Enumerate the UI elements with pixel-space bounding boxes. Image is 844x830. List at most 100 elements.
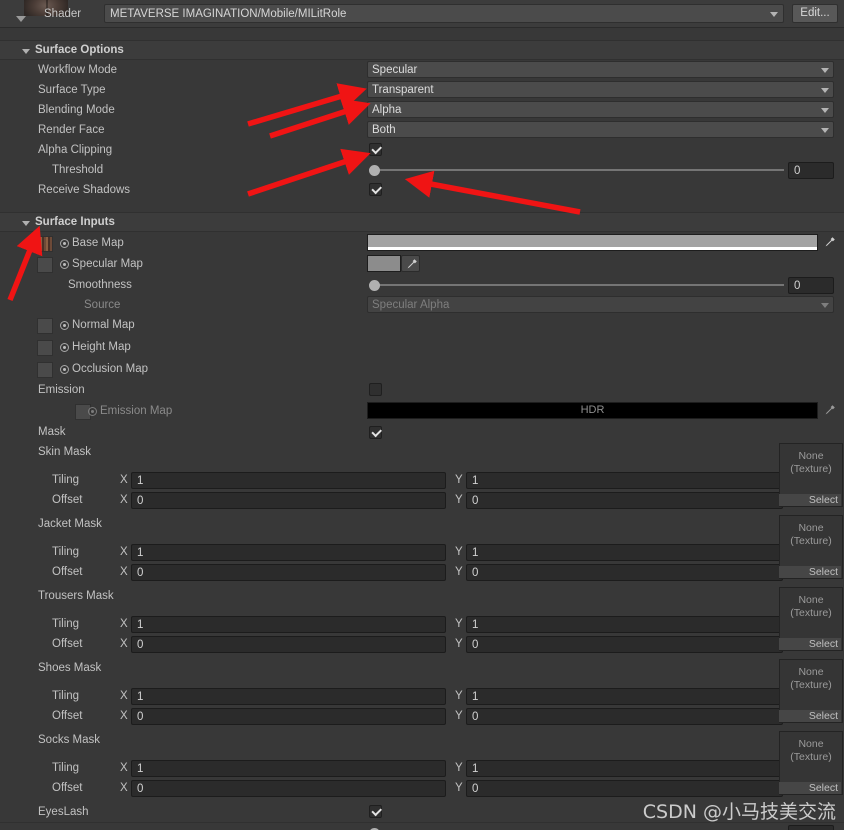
label-source: Source xyxy=(84,299,121,311)
numfield-tiling-x[interactable]: 1 xyxy=(131,472,446,489)
object-field-none-label: None (Texture) xyxy=(790,594,832,619)
texture-slot-base-map[interactable] xyxy=(37,236,53,252)
radio-occlusion-map[interactable] xyxy=(60,365,69,374)
label-surface-type: Surface Type xyxy=(38,84,106,96)
eyedropper-base-map-icon[interactable] xyxy=(820,234,839,251)
slider-threshold[interactable] xyxy=(369,163,784,176)
numfield-smoothness[interactable]: 0 xyxy=(788,277,834,294)
mask-group-title: Skin Mask xyxy=(38,446,92,458)
label-offset-y: Y xyxy=(455,638,463,650)
colorfield-specular-map[interactable] xyxy=(367,255,401,272)
dropdown-source-value: Specular Alpha xyxy=(372,299,450,311)
numfield-offset-y[interactable]: 0 xyxy=(466,780,783,797)
object-field-select-button[interactable]: Select xyxy=(779,782,841,794)
radio-height-map[interactable] xyxy=(60,343,69,352)
label-tiling-x: X xyxy=(120,474,128,486)
numfield-offset-y[interactable]: 0 xyxy=(466,708,783,725)
numfield-threshold[interactable]: 0 xyxy=(788,162,834,179)
radio-normal-map[interactable] xyxy=(60,321,69,330)
numfield-tiling-x[interactable]: 1 xyxy=(131,688,446,705)
numfield-tiling-x[interactable]: 1 xyxy=(131,544,446,561)
texture-slot-height-map[interactable] xyxy=(37,340,53,356)
label-render-face: Render Face xyxy=(38,124,105,136)
numfield-offset-x[interactable]: 0 xyxy=(131,780,446,797)
object-field-mask-texture[interactable]: None (Texture) Select xyxy=(779,515,843,579)
section-header-surface-options[interactable]: Surface Options xyxy=(0,40,844,60)
object-field-mask-texture[interactable]: None (Texture) Select xyxy=(779,587,843,651)
dropdown-render-face-value: Both xyxy=(372,124,396,136)
material-foldout-triangle-icon[interactable] xyxy=(16,16,26,22)
label-offset-x: X xyxy=(120,494,128,506)
eyedropper-emission-map-icon[interactable] xyxy=(820,402,839,419)
numfield-offset-x[interactable]: 0 xyxy=(131,564,446,581)
object-field-none-label: None (Texture) xyxy=(790,450,832,475)
numfield-offset-x[interactable]: 0 xyxy=(131,636,446,653)
label-alpha-clipping: Alpha Clipping xyxy=(38,144,113,156)
object-field-mask-texture[interactable]: None (Texture) Select xyxy=(779,659,843,723)
slider-track xyxy=(369,284,784,286)
edit-shader-button[interactable]: Edit... xyxy=(792,4,838,23)
label-height-map: Height Map xyxy=(72,341,131,353)
dropdown-render-face[interactable]: Both xyxy=(367,121,834,138)
radio-base-map[interactable] xyxy=(60,239,69,248)
label-receive-shadows: Receive Shadows xyxy=(38,184,131,196)
shader-dropdown-value: METAVERSE IMAGINATION/Mobile/MILitRole xyxy=(110,8,347,20)
label-offset: Offset xyxy=(52,494,83,506)
radio-specular-map[interactable] xyxy=(60,260,69,269)
checkbox-alpha-clipping[interactable] xyxy=(369,143,382,156)
texture-slot-occlusion-map[interactable] xyxy=(37,362,53,378)
dropdown-workflow-mode-value: Specular xyxy=(372,64,418,76)
checkbox-mask[interactable] xyxy=(369,426,382,439)
numfield-offset-x[interactable]: 0 xyxy=(131,708,446,725)
object-field-mask-texture[interactable]: None (Texture) Select xyxy=(779,443,843,507)
checkbox-eyeslash[interactable] xyxy=(369,805,382,818)
label-tiling: Tiling xyxy=(52,474,80,486)
object-field-select-button[interactable]: Select xyxy=(779,710,841,722)
dropdown-surface-type[interactable]: Transparent xyxy=(367,81,834,98)
mask-group-title: Shoes Mask xyxy=(38,662,102,674)
numfield-offset-y[interactable]: 0 xyxy=(466,564,783,581)
texture-slot-specular-map[interactable] xyxy=(37,257,53,273)
numfield-tiling-y[interactable]: 1 xyxy=(466,688,783,705)
chevron-down-icon xyxy=(770,12,778,17)
colorfield-base-map[interactable] xyxy=(367,234,818,251)
section-header-surface-inputs[interactable]: Surface Inputs xyxy=(0,212,844,232)
label-offset-x: X xyxy=(120,566,128,578)
slider-smoothness[interactable] xyxy=(369,278,784,291)
object-field-select-button[interactable]: Select xyxy=(779,638,841,650)
numfield-tiling-y[interactable]: 1 xyxy=(466,760,783,777)
numfield-tiling-y[interactable]: 1 xyxy=(466,616,783,633)
watermark-text: CSDN @小马技美交流 xyxy=(642,801,836,823)
chevron-down-icon xyxy=(821,108,829,113)
numfield-tiling-x[interactable]: 1 xyxy=(131,616,446,633)
label-eyeslash: EyesLash xyxy=(38,806,89,818)
hdr-badge: HDR xyxy=(580,404,605,416)
slider-bottom-cutoff[interactable] xyxy=(369,826,784,830)
numfield-tiling-y[interactable]: 1 xyxy=(466,544,783,561)
shader-dropdown[interactable]: METAVERSE IMAGINATION/Mobile/MILitRole xyxy=(104,4,784,23)
object-field-select-button[interactable]: Select xyxy=(779,566,841,578)
checkbox-receive-shadows[interactable] xyxy=(369,183,382,196)
slider-knob[interactable] xyxy=(369,165,380,176)
slider-knob[interactable] xyxy=(369,280,380,291)
label-tiling-x: X xyxy=(120,762,128,774)
checkbox-emission[interactable] xyxy=(369,383,382,396)
chevron-down-icon xyxy=(821,68,829,73)
label-occlusion-map: Occlusion Map xyxy=(72,363,149,375)
dropdown-workflow-mode[interactable]: Specular xyxy=(367,61,834,78)
object-field-mask-texture[interactable]: None (Texture) Select xyxy=(779,731,843,795)
numfield-offset-y[interactable]: 0 xyxy=(466,492,783,509)
object-field-select-button[interactable]: Select xyxy=(779,494,841,506)
dropdown-source: Specular Alpha xyxy=(367,296,834,313)
texture-slot-normal-map[interactable] xyxy=(37,318,53,334)
numfield-offset-y[interactable]: 0 xyxy=(466,636,783,653)
eyedropper-specular-map-icon[interactable] xyxy=(401,255,420,272)
label-tiling-x: X xyxy=(120,690,128,702)
numfield-offset-x[interactable]: 0 xyxy=(131,492,446,509)
label-smoothness: Smoothness xyxy=(68,279,132,291)
dropdown-blending-mode[interactable]: Alpha xyxy=(367,101,834,118)
colorfield-emission-map[interactable]: HDR xyxy=(367,402,818,419)
numfield-bottom-cutoff[interactable] xyxy=(788,825,834,830)
numfield-tiling-y[interactable]: 1 xyxy=(466,472,783,489)
numfield-tiling-x[interactable]: 1 xyxy=(131,760,446,777)
